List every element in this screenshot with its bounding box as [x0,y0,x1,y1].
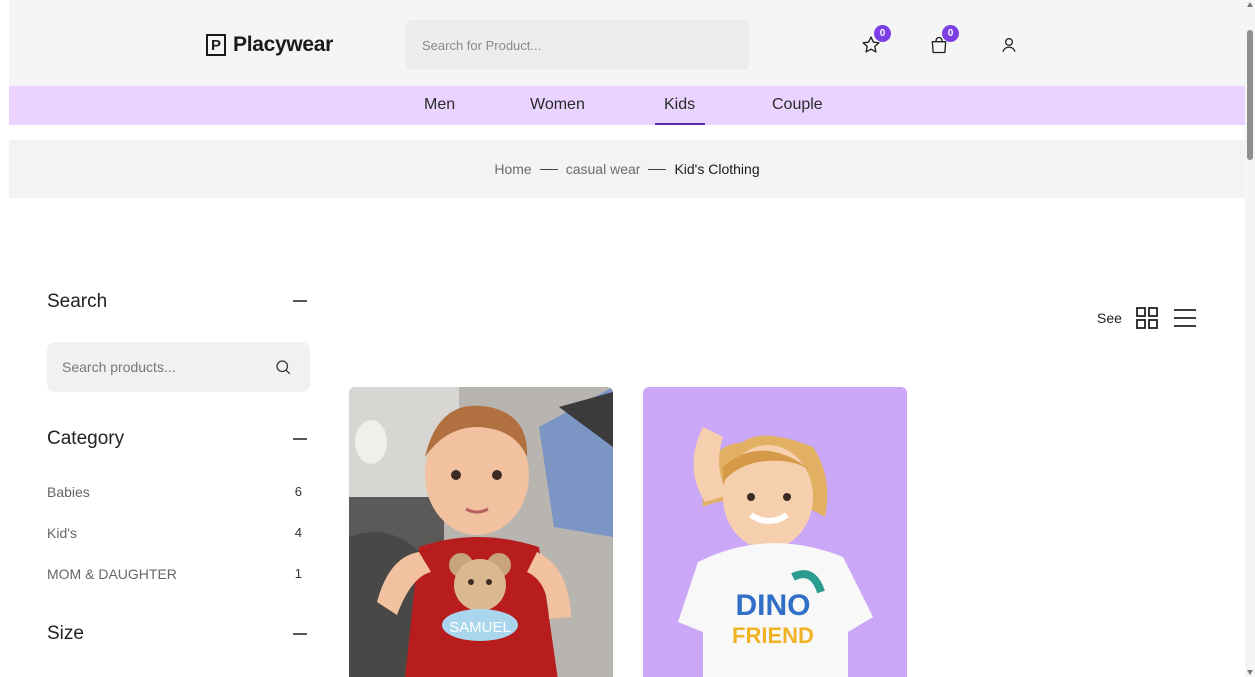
category-item-babies[interactable]: Babies 6 [47,484,302,500]
nav-active-indicator [655,123,705,125]
sidebar-search [47,342,310,392]
cart-button[interactable]: 0 [926,25,959,58]
scroll-down-icon[interactable] [1247,670,1253,675]
print-text-line1: DINO [736,589,811,622]
nav-kids[interactable]: Kids [664,96,695,114]
breadcrumb-home[interactable]: Home [494,161,531,177]
breadcrumb-current: Kid's Clothing [674,161,760,177]
breadcrumb: Home casual wear Kid's Clothing [9,140,1245,198]
logo-text: Placywear [233,33,334,56]
search-section-title: Search [47,291,108,312]
scrollbar-thumb[interactable] [1247,30,1253,160]
category-collapse-icon[interactable] [293,438,307,440]
product-card-dino-tshirt[interactable]: DINO FRIEND [643,387,907,677]
sidebar-search-input[interactable] [47,342,257,392]
nav-couple[interactable]: Couple [772,96,823,114]
nav-men[interactable]: Men [424,96,455,114]
wishlist-count-badge: 0 [874,25,891,42]
print-text: SAMUEL [449,619,511,636]
nav-women[interactable]: Women [530,96,585,114]
user-icon [1002,37,1016,52]
product-image: DINO FRIEND [643,387,907,677]
page-scrollbar[interactable] [1245,0,1255,677]
category-section-title: Category [47,428,125,449]
breadcrumb-separator [539,168,558,170]
breadcrumb-parent[interactable]: casual wear [566,161,641,177]
grid-view-icon[interactable] [1134,305,1160,331]
main-nav: Men Women Kids Couple [9,86,1245,125]
search-icon[interactable] [274,358,292,376]
logo-mark: P [206,34,226,56]
product-search-input[interactable] [406,20,750,70]
product-card-baby-bodysuit[interactable]: SAMUEL [349,387,613,677]
cart-count-badge: 0 [942,25,959,42]
category-count: 6 [294,484,302,499]
scroll-up-icon[interactable] [1247,2,1253,7]
view-mode-label: See [1097,310,1122,326]
list-view-icon[interactable] [1172,305,1198,331]
brand-logo[interactable]: P Placywear [206,33,333,57]
wishlist-button[interactable]: 0 [858,25,891,58]
account-button[interactable] [996,32,1022,58]
product-image: SAMUEL [349,387,613,677]
category-label: Babies [47,484,90,500]
category-label: Kid's [47,525,77,541]
category-label: MOM & DAUGHTER [47,566,177,582]
size-section-title: Size [47,623,84,644]
category-item-mom-daughter[interactable]: MOM & DAUGHTER 1 [47,566,302,582]
size-collapse-icon[interactable] [293,633,307,635]
search-collapse-icon[interactable] [293,300,307,302]
category-item-kids[interactable]: Kid's 4 [47,525,302,541]
print-text-line2: FRIEND [732,623,814,648]
category-count: 1 [294,566,302,581]
breadcrumb-separator [648,168,667,170]
category-count: 4 [294,525,302,540]
